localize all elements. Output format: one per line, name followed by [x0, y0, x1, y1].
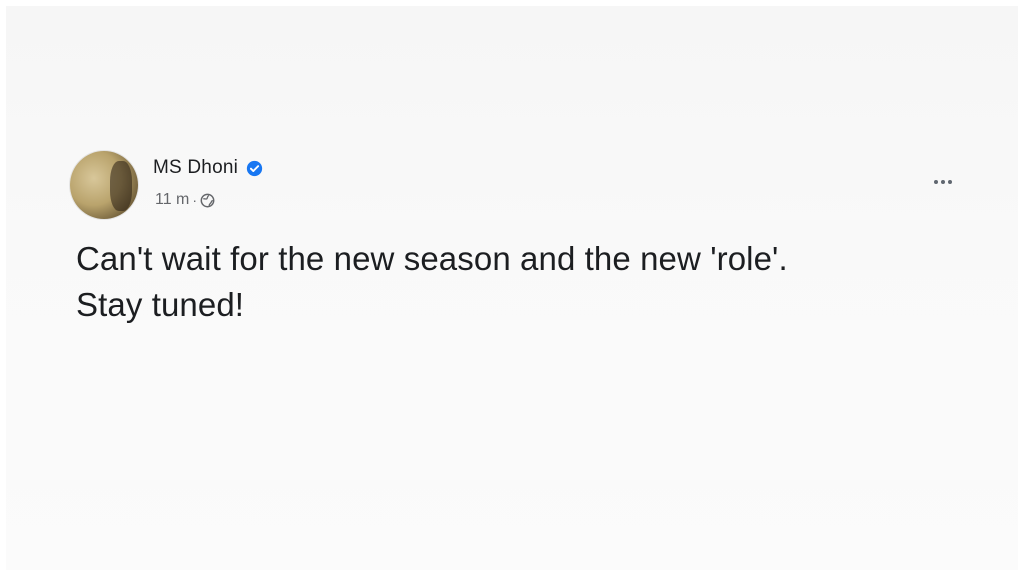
post-container: MS Dhoni 11 m · Can't wait for the new s… — [6, 6, 1018, 570]
post-text-line: Stay tuned! — [76, 286, 245, 323]
more-options-icon-dot — [941, 180, 945, 184]
more-options-icon-dot — [934, 180, 938, 184]
author-avatar[interactable] — [70, 151, 138, 219]
more-options-button[interactable] — [926, 170, 960, 194]
author-header: MS Dhoni — [153, 155, 263, 181]
meta-separator: · — [192, 192, 198, 208]
globe-icon[interactable] — [200, 193, 215, 208]
post-meta: 11 m · — [155, 190, 215, 210]
post-timestamp[interactable]: 11 m — [155, 191, 189, 209]
facebook-post: MS Dhoni 11 m · Can't wait for the new s… — [6, 6, 1018, 570]
post-text-line: Can't wait for the new season and the ne… — [76, 240, 788, 277]
post-body: Can't wait for the new season and the ne… — [76, 236, 956, 328]
verified-badge-icon — [246, 160, 263, 177]
avatar-shadow-detail — [110, 161, 132, 211]
more-options-icon-dot — [948, 180, 952, 184]
author-name[interactable]: MS Dhoni — [153, 157, 238, 179]
